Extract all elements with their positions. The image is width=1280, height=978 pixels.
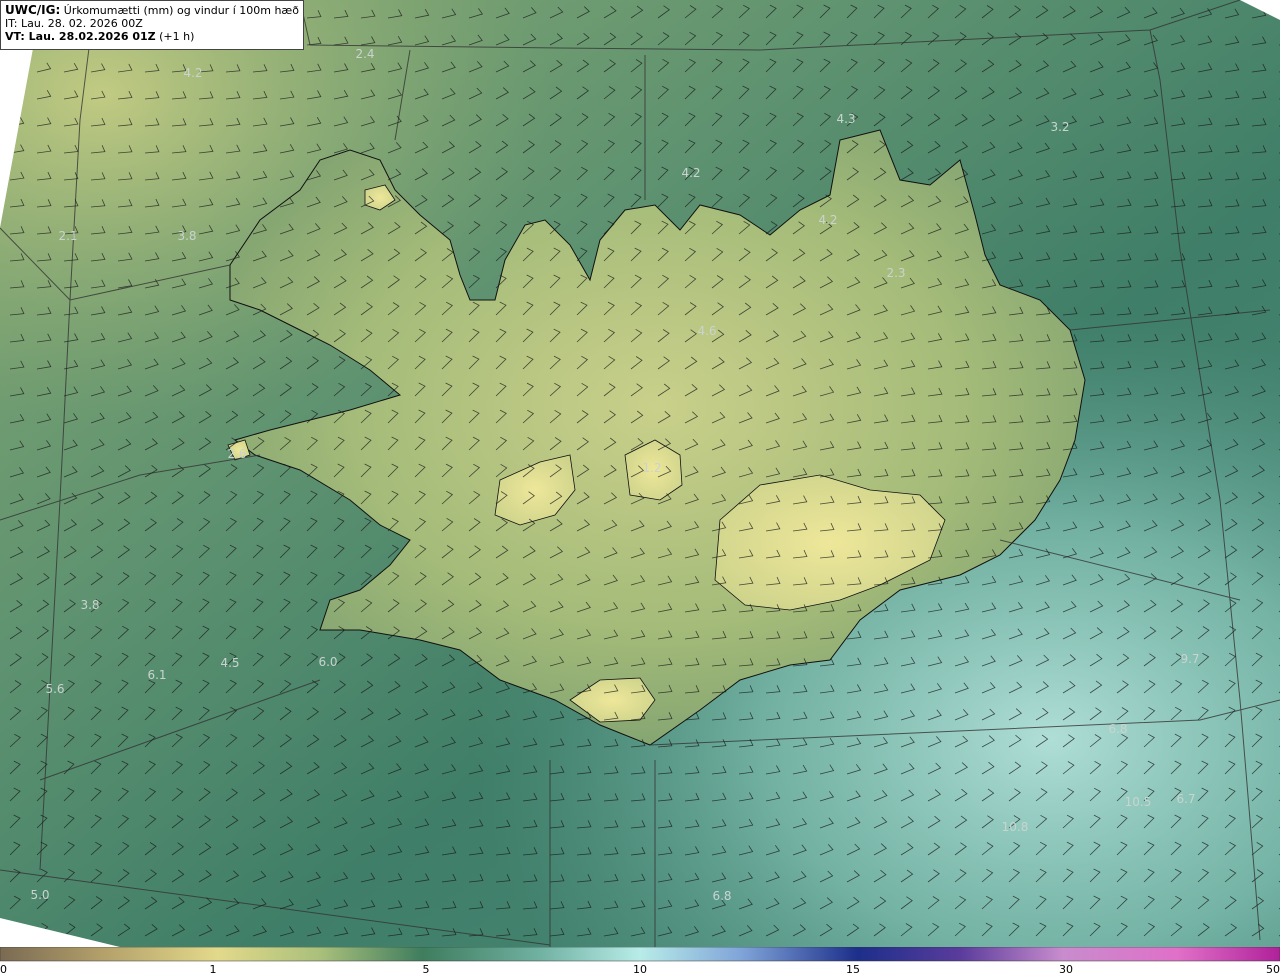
value-label: 4.2 xyxy=(818,213,837,227)
legend-title-text: Úrkomumætti (mm) og vindur í 100m hæð xyxy=(63,4,299,17)
value-label: 4.2 xyxy=(681,166,700,180)
value-label: 3.2 xyxy=(1050,120,1069,134)
value-label: 4.3 xyxy=(836,112,855,126)
value-label: 1.2 xyxy=(642,461,661,475)
legend-issue-time: IT: Lau. 28. 02. 2026 00Z xyxy=(5,17,143,30)
value-label: 5.6 xyxy=(45,682,64,696)
map-legend: UWC/IG: Úrkomumætti (mm) og vindur í 100… xyxy=(0,0,304,50)
map-canvas: 2.4 4.2 4.3 3.2 4.2 4.2 3.8 2.1 2.3 4.6 1.2 2.6 3.8 6… xyxy=(0,0,1280,947)
colorbar-tick-label: 1 xyxy=(209,963,217,976)
colorbar-tick-label: 15 xyxy=(846,963,860,976)
colorbar-tick-label: 10 xyxy=(633,963,647,976)
value-label: 5.0 xyxy=(30,888,49,902)
value-label: 6.0 xyxy=(318,655,337,669)
value-label: 2.1 xyxy=(58,229,77,243)
colorbar-tick-label: 0 xyxy=(0,963,7,976)
value-label: 6.1 xyxy=(147,668,166,682)
value-label: 3.8 xyxy=(80,598,99,612)
value-label: 4.6 xyxy=(697,324,716,338)
value-label: 9.7 xyxy=(1180,652,1199,666)
legend-title-prefix: UWC/IG: xyxy=(5,3,61,17)
value-label: 10.5 xyxy=(1125,795,1152,809)
value-label: 6.7 xyxy=(1176,792,1195,806)
legend-valid-time: VT: Lau. 28.02.2026 01Z xyxy=(5,30,156,43)
value-label: 6.8 xyxy=(1108,722,1127,736)
colorbar-tick-label: 5 xyxy=(422,963,430,976)
value-label: 4.5 xyxy=(220,656,239,670)
colorbar-tick-label: 30 xyxy=(1059,963,1073,976)
value-label: 2.4 xyxy=(355,47,374,61)
value-label: 6.8 xyxy=(712,889,731,903)
value-label: 10.8 xyxy=(1002,820,1029,834)
colorbar-tick-label: 50 xyxy=(1266,963,1280,976)
value-label: 4.2 xyxy=(183,66,202,80)
forecast-map: 2.4 4.2 4.3 3.2 4.2 4.2 3.8 2.1 2.3 4.6 1.2 2.6 3.8 6… xyxy=(0,0,1280,947)
value-label: 2.3 xyxy=(886,266,905,280)
colorbar: 0 1 5 10 15 30 50 xyxy=(0,947,1280,978)
value-label: 2.6 xyxy=(227,447,246,461)
value-label: 3.8 xyxy=(177,229,196,243)
legend-valid-offset: (+1 h) xyxy=(159,30,195,43)
